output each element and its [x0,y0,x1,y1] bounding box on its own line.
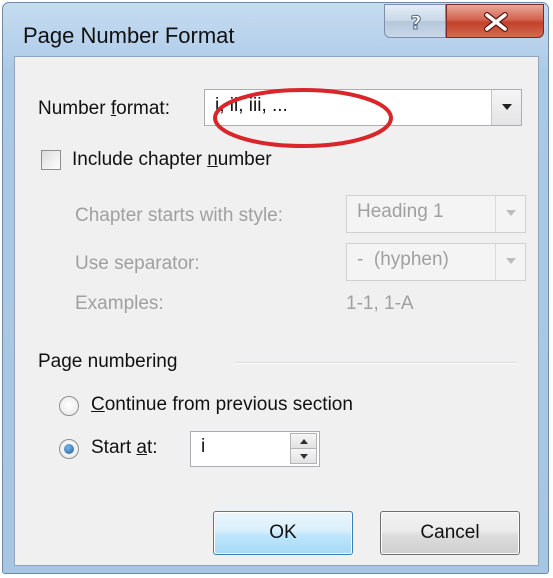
spin-up-button[interactable] [290,433,317,449]
chevron-down-icon [506,258,516,264]
dialog-body: Number format: i, ii, iii, ... Include c… [14,56,539,566]
include-chapter-label[interactable]: Include chapter number [72,149,272,171]
examples-label: Examples: [75,293,164,314]
dropdown-arrow[interactable] [495,244,525,280]
separator-select[interactable]: - (hyphen) [346,243,526,281]
chevron-down-icon [506,210,516,216]
continue-label[interactable]: Continue from previous section [91,394,353,416]
separator-label: Use separator: [75,253,200,274]
number-format-select[interactable]: i, ii, iii, ... [204,89,522,126]
group-divider [235,362,517,364]
svg-text:?: ? [410,12,421,34]
page-numbering-group-label: Page numbering [38,351,178,372]
start-at-radio[interactable] [59,439,79,459]
start-at-input[interactable]: i [190,431,320,467]
number-format-value: i, ii, iii, ... [215,95,288,116]
dropdown-arrow[interactable] [495,196,525,232]
spin-down-button[interactable] [290,448,317,464]
start-at-value: i [201,436,206,457]
chevron-up-icon [300,439,308,444]
number-format-label: Number format: [38,98,170,119]
help-icon: ? [410,12,422,35]
chevron-down-icon [502,104,512,110]
start-at-label[interactable]: Start at: [91,437,158,459]
chapter-style-value: Heading 1 [357,201,444,222]
examples-value: 1-1, 1-A [346,293,414,314]
dialog-title: Page Number Format [23,23,235,48]
close-button[interactable] [446,4,544,38]
radio-selected-dot [64,444,74,454]
help-button[interactable]: ? [384,4,446,38]
cancel-button[interactable]: Cancel [380,511,520,555]
dialog-window: Page Number Format ? Number format: i, i… [2,2,549,574]
dropdown-arrow[interactable] [491,90,521,125]
include-chapter-checkbox[interactable] [41,150,61,170]
chevron-down-icon [300,454,308,459]
ok-button[interactable]: OK [213,511,353,555]
chapter-style-label: Chapter starts with style: [75,205,284,226]
continue-radio[interactable] [59,396,79,416]
close-icon [484,12,508,32]
start-at-spinner [290,432,318,466]
separator-value: - (hyphen) [357,249,449,270]
chapter-style-select[interactable]: Heading 1 [346,195,526,233]
